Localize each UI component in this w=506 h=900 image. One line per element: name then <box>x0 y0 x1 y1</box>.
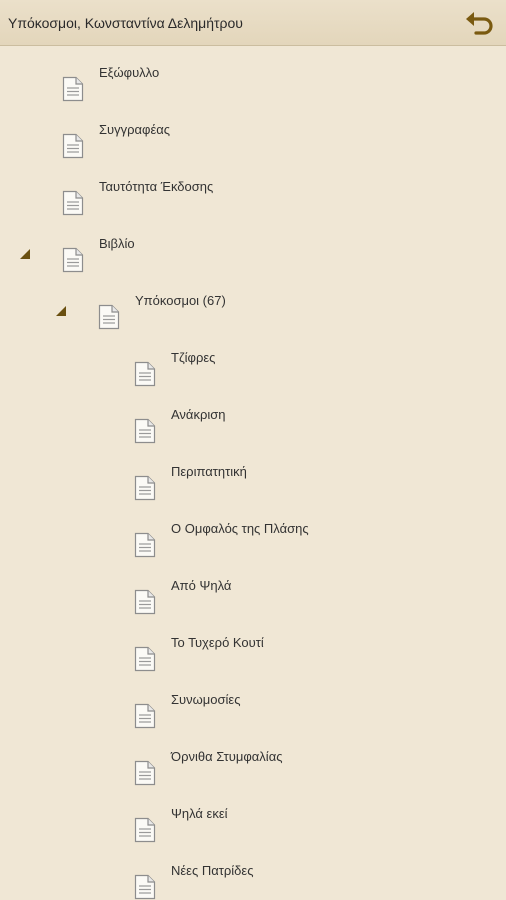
tree-item[interactable]: Βιβλίο <box>0 229 506 273</box>
tree-item-label: Εξώφυλλο <box>99 65 160 80</box>
document-icon <box>134 817 156 843</box>
tree-item[interactable]: Όρνιθα Στυμφαλίας <box>0 742 506 786</box>
document-icon <box>62 190 84 216</box>
document-icon <box>134 589 156 615</box>
app-screen: Υπόκοσμοι, Κωνσταντίνα Δελημήτρου Εξώφυλ… <box>0 0 506 900</box>
document-icon <box>134 361 156 387</box>
table-of-contents-tree: Εξώφυλλο Συγγραφέας Ταυτότητα Έκδοσης Βιβλί… <box>0 46 506 900</box>
document-icon <box>134 760 156 786</box>
tree-item-label: Ο Ομφαλός της Πλάσης <box>171 521 309 536</box>
expand-triangle-icon[interactable] <box>55 304 67 316</box>
document-icon <box>134 418 156 444</box>
document-icon <box>134 646 156 672</box>
tree-item[interactable]: Νέες Πατρίδες <box>0 856 506 900</box>
tree-item-label: Συγγραφέας <box>99 122 171 137</box>
tree-item-label: Τζίφρες <box>171 350 216 365</box>
document-icon <box>62 76 84 102</box>
tree-item-label: Υπόκοσμοι (67) <box>135 293 226 308</box>
document-icon <box>62 133 84 159</box>
tree-item-label: Συνωμοσίες <box>171 692 241 707</box>
tree-item-label: Νέες Πατρίδες <box>171 863 254 878</box>
tree-item-label: Ανάκριση <box>171 407 226 422</box>
tree-item[interactable]: Εξώφυλλο <box>0 58 506 102</box>
tree-item[interactable]: Συγγραφέας <box>0 115 506 159</box>
document-icon <box>134 475 156 501</box>
document-icon <box>134 874 156 900</box>
tree-item[interactable]: Τζίφρες <box>0 343 506 387</box>
tree-item-label: Ψηλά εκεί <box>171 806 228 821</box>
tree-item[interactable]: Ανάκριση <box>0 400 506 444</box>
tree-item-label: Το Τυχερό Κουτί <box>171 635 264 650</box>
expand-triangle-icon[interactable] <box>19 247 31 259</box>
tree-item[interactable]: Συνωμοσίες <box>0 685 506 729</box>
document-icon <box>62 247 84 273</box>
tree-item-label: Από Ψηλά <box>171 578 232 593</box>
document-icon <box>98 304 120 330</box>
tree-item[interactable]: Το Τυχερό Κουτί <box>0 628 506 672</box>
tree-item-label: Όρνιθα Στυμφαλίας <box>171 749 283 764</box>
app-header: Υπόκοσμοι, Κωνσταντίνα Δελημήτρου <box>0 0 506 46</box>
tree-item[interactable]: Ψηλά εκεί <box>0 799 506 843</box>
tree-item[interactable]: Υπόκοσμοι (67) <box>0 286 506 330</box>
document-icon <box>134 532 156 558</box>
tree-item-label: Περιπατητική <box>171 464 247 479</box>
tree-item-label: Ταυτότητα Έκδοσης <box>99 179 214 194</box>
tree-item[interactable]: Ταυτότητα Έκδοσης <box>0 172 506 216</box>
tree-item[interactable]: Ο Ομφαλός της Πλάσης <box>0 514 506 558</box>
tree-item[interactable]: Από Ψηλά <box>0 571 506 615</box>
book-title: Υπόκοσμοι, Κωνσταντίνα Δελημήτρου <box>8 15 243 31</box>
document-icon <box>134 703 156 729</box>
undo-arrow-icon[interactable] <box>464 8 496 38</box>
tree-item[interactable]: Περιπατητική <box>0 457 506 501</box>
tree-item-label: Βιβλίο <box>99 236 135 251</box>
